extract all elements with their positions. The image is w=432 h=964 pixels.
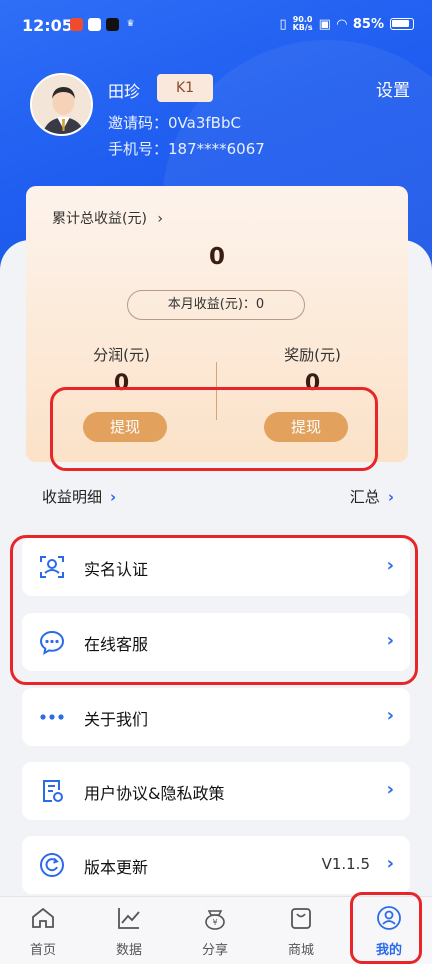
reward-label: 奖励(元) [284, 346, 341, 364]
total-earnings-link[interactable]: 累计总收益(元) › [52, 208, 163, 228]
reward-value: 0 [304, 371, 321, 396]
summary-label: 汇总 [349, 488, 380, 506]
earnings-card: 累计总收益(元) › 0 本月收益(元)：0 分润(元) 0 奖励(元) 0 提… [26, 186, 408, 462]
menu-label: 用户协议&隐私政策 [84, 784, 225, 803]
version-value: V1.1.5 [321, 855, 370, 873]
share-money-icon: ¥ [205, 910, 225, 930]
chevron-right-icon: › [157, 211, 163, 227]
wifi-icon: ◠ [336, 16, 347, 32]
chevron-right-icon: › [386, 630, 394, 651]
total-earnings-label: 累计总收益(元) [52, 211, 147, 227]
chevron-right-icon: › [386, 853, 394, 874]
withdraw-reward-button[interactable]: 提现 [264, 412, 348, 442]
notification-icons: ♛ [70, 18, 137, 31]
menu-item-about-us[interactable]: 关于我们 › [22, 688, 410, 746]
tab-label: 数据 [115, 943, 142, 958]
menu-label: 版本更新 [84, 858, 149, 877]
chevron-right-icon: › [386, 555, 394, 576]
total-earnings-value: 0 [208, 244, 225, 270]
app-notification-icon [88, 18, 101, 31]
tab-mall[interactable]: 商城 [258, 905, 344, 958]
menu-item-agreement[interactable]: 用户协议&隐私政策 › [22, 762, 410, 820]
earnings-detail-row: 收益明细 › 汇总 › [0, 486, 432, 510]
svg-text:¥: ¥ [212, 918, 217, 927]
phone-number: 手机号：187****6067 [108, 140, 265, 158]
menu-label: 在线客服 [84, 635, 149, 654]
chevron-right-icon: › [110, 488, 117, 506]
vibrate-icon: ▯ [279, 16, 287, 32]
menu-item-version-update[interactable]: 版本更新 V1.1.5 › [22, 836, 410, 894]
tab-label: 商城 [287, 943, 314, 958]
month-earnings-pill: 本月收益(元)：0 [127, 290, 305, 320]
battery-percent: 85% [352, 16, 384, 32]
crown-icon: ♛ [126, 19, 135, 29]
document-icon [43, 780, 63, 802]
earnings-detail-label: 收益明细 [42, 488, 103, 506]
shopping-bag-icon [291, 908, 311, 929]
menu-label: 关于我们 [84, 710, 149, 729]
network-speed: 90.0 KB/s [292, 15, 313, 32]
tab-mine[interactable]: 我的 [346, 905, 432, 958]
settings-link[interactable]: 设置 [376, 76, 410, 101]
chat-icon [39, 630, 65, 655]
status-time: 12:05 [22, 16, 73, 35]
sim-icon: ▣ [318, 16, 331, 32]
tab-share[interactable]: ¥ 分享 [172, 905, 258, 958]
earnings-detail-link[interactable]: 收益明细 › [42, 486, 116, 507]
withdraw-share-button[interactable]: 提现 [83, 412, 167, 442]
status-right: ▯ 90.0 KB/s ▣ ◠ 85% [279, 16, 414, 32]
battery-icon [390, 18, 414, 30]
tab-data[interactable]: 数据 [86, 905, 172, 958]
tab-label: 首页 [29, 943, 56, 958]
id-verify-icon [40, 556, 64, 578]
more-dots-icon [40, 714, 64, 720]
refresh-icon [40, 853, 64, 877]
share-value: 0 [113, 371, 130, 396]
chart-icon [118, 908, 140, 929]
menu-label: 实名认证 [84, 560, 149, 579]
share-column: 分润(元) 0 [26, 344, 217, 396]
reward-column: 奖励(元) 0 [217, 344, 408, 396]
tab-label: 我的 [375, 943, 402, 958]
level-badge: K1 [157, 74, 213, 102]
tiktok-icon [106, 18, 119, 31]
summary-link[interactable]: 汇总 › [350, 486, 394, 507]
profile-icon [377, 906, 401, 930]
menu-item-real-name[interactable]: 实名认证 › [22, 538, 410, 596]
bottom-tab-bar: 首页 数据 ¥ 分享 商城 我的 [0, 896, 432, 964]
avatar[interactable] [30, 73, 93, 136]
status-bar: 12:05 ♛ ▯ 90.0 KB/s ▣ ◠ 85% [0, 0, 432, 52]
user-name: 田珍 [108, 82, 141, 101]
tab-label: 分享 [201, 943, 228, 958]
menu-item-online-service[interactable]: 在线客服 › [22, 613, 410, 671]
tab-home[interactable]: 首页 [0, 905, 86, 958]
chevron-right-icon: › [387, 488, 394, 506]
app-notification-icon [70, 18, 83, 31]
invite-code: 邀请码：0Va3fBbC [108, 114, 241, 132]
chevron-right-icon: › [386, 779, 394, 800]
chevron-right-icon: › [386, 705, 394, 726]
home-icon [32, 907, 54, 928]
share-label: 分润(元) [93, 346, 150, 364]
